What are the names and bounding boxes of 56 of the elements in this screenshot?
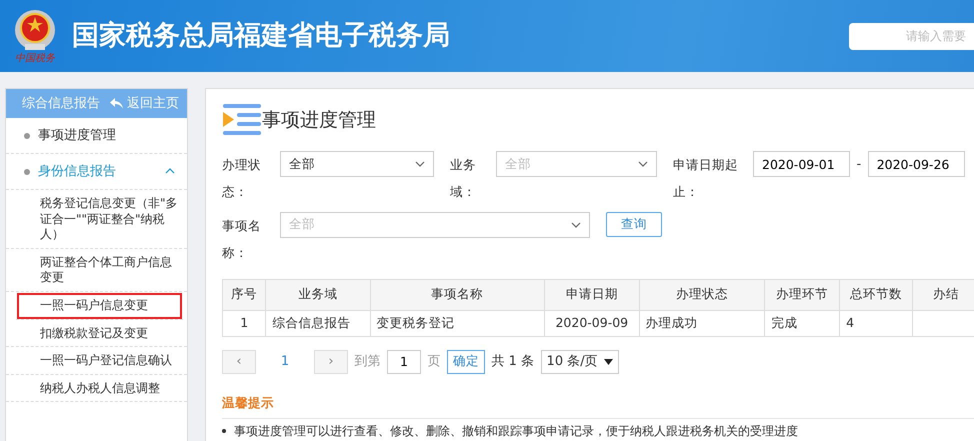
table-cell: 变更税务登记 <box>370 310 544 336</box>
submenu-item[interactable]: 扣缴税款登记及变更 <box>6 320 187 348</box>
filter-label: 办理状态： <box>222 156 262 201</box>
date-field[interactable]: 2020-09-26 <box>868 151 965 177</box>
chevron-up-icon <box>165 168 175 174</box>
submenu-item[interactable]: 两证整合个体工商户信息变更 <box>6 248 187 292</box>
filter-label: 申请日期起止： <box>673 156 739 201</box>
confirm-button[interactable]: 确定 <box>447 350 485 374</box>
filter-label: 事项名称： <box>222 216 262 262</box>
section-title: 综合信息报告 <box>22 94 100 113</box>
table-cell: 综合信息报告 <box>266 310 370 336</box>
goto-label: 到第 <box>354 352 380 371</box>
column-header: 序号 <box>222 279 266 310</box>
date-separator: - <box>856 156 862 174</box>
select-placeholder: 全部 <box>505 154 531 173</box>
list-icon <box>222 103 262 137</box>
column-header: 事项名称 <box>370 279 544 310</box>
page-size-select[interactable]: 10 条/页 <box>540 350 620 374</box>
chevron-down-icon <box>415 161 425 167</box>
column-header: 办理状态 <box>639 279 765 310</box>
search-field[interactable]: 请输入需要 <box>849 22 974 50</box>
bullet-icon <box>222 429 226 434</box>
column-header: 业务域 <box>266 279 370 310</box>
dropdown-triangle-icon <box>604 358 614 364</box>
chevron-down-icon <box>638 161 648 167</box>
select-placeholder: 全部 <box>289 215 315 234</box>
column-header: 申请日期 <box>544 279 640 310</box>
column-header: 总环节数 <box>840 279 912 310</box>
filter-label: 业务域： <box>450 156 477 201</box>
column-header: 办结 <box>912 279 974 310</box>
total-count: 共 1 条 <box>492 352 534 371</box>
chevron-down-icon <box>571 222 581 228</box>
page-label: 页 <box>428 352 440 371</box>
table-cell: 办理成功 <box>639 310 765 336</box>
page-title: 事项进度管理 <box>262 108 376 133</box>
sidebar-item[interactable]: 事项进度管理 <box>6 118 187 154</box>
query-button[interactable]: 查询 <box>606 212 662 236</box>
table-cell: 完成 <box>764 310 840 336</box>
table-cell: 2020-09-09 <box>544 310 640 336</box>
page-input[interactable]: 1 <box>387 350 421 374</box>
page-number[interactable]: 1 <box>262 350 308 372</box>
table-cell: 4 <box>840 310 912 336</box>
select-field[interactable]: 全部 <box>280 151 434 177</box>
submenu-item[interactable]: 税务登记信息变更（非"多证合一""两证整合"纳税人） <box>6 190 187 249</box>
tip-text: 事项进度管理可以进行查看、修改、删除、撤销和跟踪事项申请记录，便于纳税人跟进税务机关的受理进度 <box>234 423 798 440</box>
date-field[interactable]: 2020-09-01 <box>753 151 850 177</box>
return-arrow-icon <box>110 98 123 109</box>
table-cell: 1 <box>222 310 266 336</box>
submenu-item[interactable]: 纳税人办税人信息调整 <box>6 374 187 402</box>
column-header: 办理环节 <box>764 279 840 310</box>
tips-title: 温馨提示 <box>222 394 275 412</box>
emblem-caption: 中国税务 <box>15 54 55 64</box>
submenu-item[interactable]: 一照一码户信息变更 <box>16 292 183 320</box>
select-value: 全部 <box>289 154 315 173</box>
site-title: 国家税务总局福建省电子税务局 <box>72 18 450 53</box>
submenu-item[interactable]: 一照一码户登记信息确认 <box>6 347 187 375</box>
